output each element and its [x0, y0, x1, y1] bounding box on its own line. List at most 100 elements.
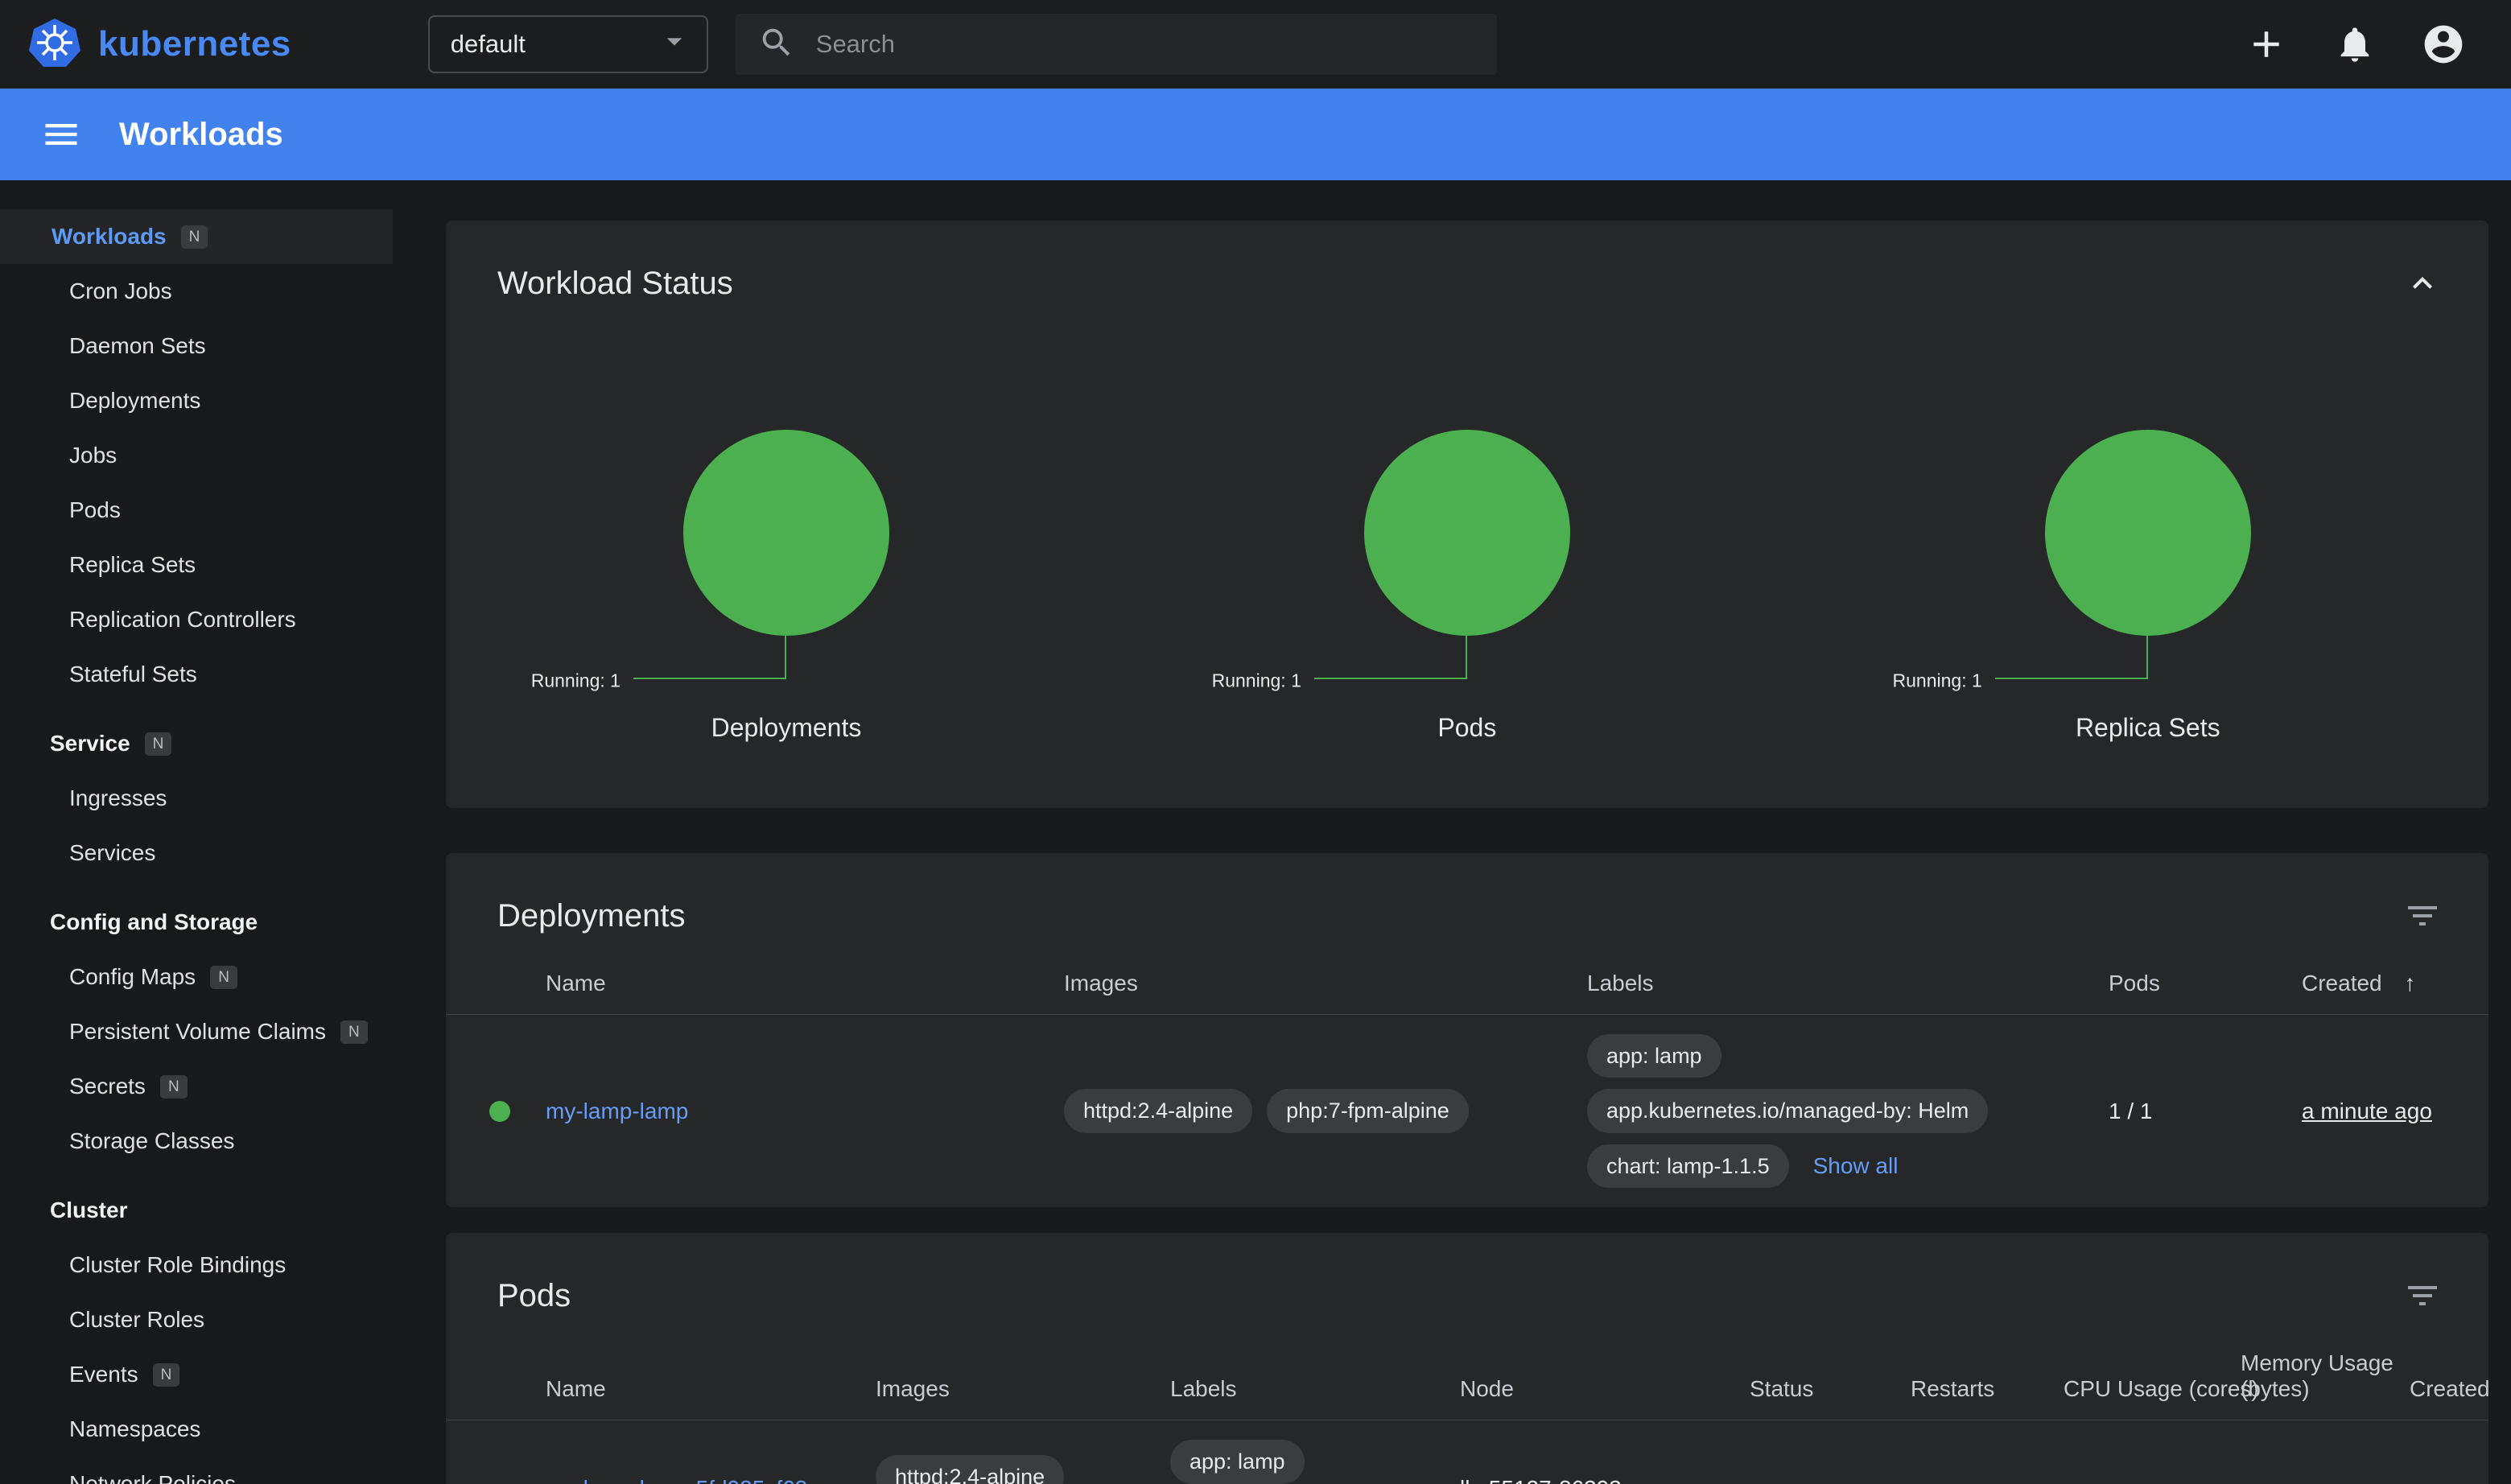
account-button[interactable]: [2413, 14, 2474, 75]
sidebar-item-cluster-role-bindings[interactable]: Cluster Role Bindings: [0, 1238, 418, 1292]
pods-title: Pods: [497, 1278, 571, 1314]
sidebar-item-label: Jobs: [69, 443, 117, 468]
column-header-status: Status: [1750, 1376, 1911, 1402]
pod-table-row[interactable]: my-lamp-lamp-5fd985cf68-jwvz4 httpd:2.4-…: [446, 1420, 2488, 1484]
filter-icon[interactable]: [2392, 885, 2453, 946]
sidebar-item-label: Network Policies: [69, 1471, 236, 1484]
deployment-table-row[interactable]: my-lamp-lamp httpd:2.4-alpine php:7-fpm-…: [446, 1015, 2488, 1207]
chart-title: Pods: [1437, 713, 1496, 743]
deployments-title: Deployments: [497, 898, 685, 934]
sidebar-item-label: Service: [50, 731, 130, 756]
sidebar-item-namespaces[interactable]: Namespaces: [0, 1402, 418, 1457]
column-header-created[interactable]: Created ↑: [2410, 1376, 2488, 1402]
sidebar-section-cluster[interactable]: Cluster: [0, 1183, 418, 1238]
sidebar-item-events[interactable]: Events N: [0, 1347, 418, 1402]
new-badge: N: [160, 1075, 188, 1099]
menu-icon[interactable]: [39, 112, 84, 157]
sidebar-item-pods[interactable]: Pods: [0, 483, 418, 538]
pie-callout-line: [1995, 636, 2148, 679]
sidebar-item-label: Pods: [69, 497, 121, 523]
chart-title: Deployments: [711, 713, 862, 743]
filter-icon[interactable]: [2392, 1265, 2453, 1326]
sidebar-item-storage-classes[interactable]: Storage Classes: [0, 1114, 418, 1169]
sidebar-item-label: Cluster: [50, 1198, 127, 1223]
sidebar-item-secrets[interactable]: Secrets N: [0, 1059, 418, 1114]
sidebar-item-daemon-sets[interactable]: Daemon Sets: [0, 319, 418, 373]
column-header-name: Name: [546, 1376, 876, 1402]
sidebar-item-config-maps[interactable]: Config Maps N: [0, 950, 418, 1004]
sidebar-item-label: Cluster Role Bindings: [69, 1252, 286, 1278]
notifications-button[interactable]: [2324, 14, 2385, 75]
pie-callout-line: [1314, 636, 1467, 679]
pods-count: 1 / 1: [2109, 1099, 2302, 1124]
deployments-pie-chart: Running: 1 Deployments: [446, 430, 1127, 743]
main-content: Workload Status Running: 1 Deployments R…: [446, 180, 2488, 1484]
label-chip: app: lamp: [1587, 1034, 1721, 1078]
sidebar-item-service[interactable]: Service N: [0, 716, 418, 771]
workload-status-charts: Running: 1 Deployments Running: 1 Pods R…: [446, 335, 2488, 743]
search-input[interactable]: [816, 30, 1474, 59]
deployment-name-link[interactable]: my-lamp-lamp: [546, 1099, 688, 1123]
sidebar-item-network-policies[interactable]: Network Policies: [0, 1457, 418, 1484]
deployments-table-header: Name Images Labels Pods Created ↑: [446, 971, 2488, 1015]
column-header-labels: Labels: [1587, 971, 2109, 996]
sidebar-item-label: Replica Sets: [69, 552, 196, 578]
pie-callout-label: Running: 1: [1212, 670, 1301, 692]
search-icon: [758, 24, 795, 65]
sidebar-item-workloads[interactable]: Workloads N: [0, 209, 393, 264]
create-resource-button[interactable]: [2236, 14, 2297, 75]
labels-cell: app: lamp app.kubernetes.io/managed-by: …: [1587, 1034, 2109, 1188]
sidebar-item-cluster-roles[interactable]: Cluster Roles: [0, 1292, 418, 1347]
column-header-cpu: CPU Usage (cores): [2064, 1376, 2241, 1402]
workload-status-title: Workload Status: [497, 266, 733, 302]
sidebar-item-label: Config Maps: [69, 964, 196, 990]
replica-sets-pie-chart: Running: 1 Replica Sets: [1808, 430, 2488, 743]
pie-running: [683, 430, 889, 636]
chart-title: Replica Sets: [2076, 713, 2220, 743]
sidebar-item-label: Workloads: [52, 224, 167, 249]
pie-callout-line: [633, 636, 786, 679]
workload-status-card: Workload Status Running: 1 Deployments R…: [446, 221, 2488, 808]
new-badge: N: [181, 225, 208, 249]
sidebar-item-label: Cron Jobs: [69, 278, 172, 304]
namespace-value: default: [451, 30, 526, 59]
column-header-images: Images: [876, 1376, 1170, 1402]
collapse-card-button[interactable]: [2392, 253, 2453, 314]
column-header-created[interactable]: Created ↑: [2302, 971, 2488, 996]
column-header-pods: Pods: [2109, 971, 2302, 996]
images-cell: httpd:2.4-alpine php:7-fpm-alpine: [876, 1455, 1170, 1484]
sidebar-section-config-and-storage[interactable]: Config and Storage: [0, 895, 418, 950]
sidebar-item-stateful-sets[interactable]: Stateful Sets: [0, 647, 418, 702]
sidebar-item-label: Daemon Sets: [69, 333, 206, 359]
page-title: Workloads: [119, 117, 283, 153]
pod-name-link[interactable]: my-lamp-lamp-5fd985cf68-jwvz4: [546, 1476, 815, 1484]
sidebar-item-jobs[interactable]: Jobs: [0, 428, 418, 483]
kubernetes-logo-link[interactable]: kubernetes: [29, 17, 291, 72]
sidebar-item-replica-sets[interactable]: Replica Sets: [0, 538, 418, 592]
sidebar-item-ingresses[interactable]: Ingresses: [0, 771, 418, 826]
sidebar-item-replication-controllers[interactable]: Replication Controllers: [0, 592, 418, 647]
label-chip: app.kubernetes.io/managed-by: Helm: [1587, 1089, 1988, 1132]
top-bar: kubernetes default: [0, 0, 2511, 89]
show-all-link[interactable]: Show all: [1813, 1153, 1899, 1179]
column-header-images: Images: [1064, 971, 1587, 996]
sidebar-item-label: Namespaces: [69, 1416, 200, 1442]
pods-pie-chart: Running: 1 Pods: [1127, 430, 1808, 743]
column-header-name: Name: [546, 971, 1064, 996]
image-chip: php:7-fpm-alpine: [1267, 1089, 1469, 1132]
sidebar-item-services[interactable]: Services: [0, 826, 418, 880]
node-name: lke55127-86393-622f8d09399a: [1460, 1474, 1750, 1484]
label-chip: app: lamp: [1170, 1440, 1305, 1483]
sidebar-item-label: Services: [69, 840, 155, 866]
image-chip: httpd:2.4-alpine: [1064, 1089, 1252, 1132]
new-badge: N: [153, 1363, 180, 1387]
sidebar-item-cron-jobs[interactable]: Cron Jobs: [0, 264, 418, 319]
column-header-memory: Memory Usage (bytes): [2241, 1350, 2410, 1402]
new-badge: N: [340, 1020, 368, 1044]
search-box: [736, 14, 1497, 75]
sidebar-item-deployments[interactable]: Deployments: [0, 373, 418, 428]
image-chip: httpd:2.4-alpine: [876, 1455, 1064, 1484]
sidebar-item-label: Cluster Roles: [69, 1307, 204, 1333]
sidebar-item-persistent-volume-claims[interactable]: Persistent Volume Claims N: [0, 1004, 418, 1059]
namespace-selector[interactable]: default: [428, 15, 708, 73]
